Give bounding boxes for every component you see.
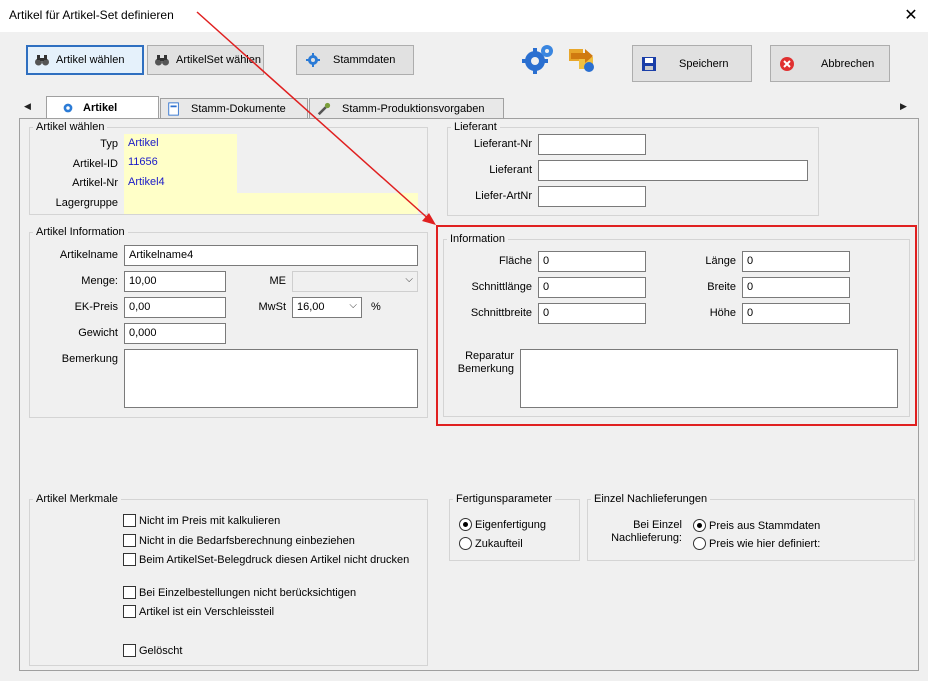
checkbox-label: Bei Einzelbestellungen nicht berücksicht… (139, 586, 357, 599)
checkbox-nicht-drucken[interactable]: Beim ArtikelSet-Belegdruck diesen Artike… (123, 553, 409, 566)
radio-eigenfertigung[interactable]: Eigenfertigung (459, 518, 546, 531)
checkbox-label: Nicht im Preis mit kalkulieren (139, 514, 281, 527)
radio-dot[interactable] (459, 518, 472, 531)
radio-label: Preis wie hier definiert: (709, 537, 821, 550)
radio-preis-definiert[interactable]: Preis wie hier definiert: (693, 537, 820, 550)
nachlieferung-label: Nachlieferung: (611, 532, 682, 544)
checkbox-einzelbestellungen[interactable]: Bei Einzelbestellungen nicht berücksicht… (123, 586, 356, 599)
checkbox-box[interactable] (123, 553, 136, 566)
bei-einzel-label: Bei Einzel (633, 519, 682, 531)
radio-zukaufteil[interactable]: Zukaufteil (459, 537, 523, 550)
fertigungsparameter-title: Fertigunsparameter (453, 493, 555, 505)
radio-dot[interactable] (693, 537, 706, 550)
radio-label: Eigenfertigung (475, 518, 546, 531)
einzel-nachlieferungen-title: Einzel Nachlieferungen (591, 493, 711, 505)
checkbox-nicht-im-preis[interactable]: Nicht im Preis mit kalkulieren (123, 514, 280, 527)
radio-dot[interactable] (459, 537, 472, 550)
checkbox-verschleissteil[interactable]: Artikel ist ein Verschleissteil (123, 605, 274, 618)
checkbox-box[interactable] (123, 605, 136, 618)
checkbox-label: Gelöscht (139, 644, 183, 657)
checkbox-label: Beim ArtikelSet-Belegdruck diesen Artike… (139, 553, 410, 566)
checkbox-nicht-bedarfsberechnung[interactable]: Nicht in die Bedarfsberechnung einbezieh… (123, 534, 355, 547)
radio-label: Zukaufteil (475, 537, 523, 550)
radio-dot[interactable] (693, 519, 706, 532)
checkbox-box[interactable] (123, 514, 136, 527)
checkbox-label: Artikel ist ein Verschleissteil (139, 605, 275, 618)
checkbox-label: Nicht in die Bedarfsberechnung einbezieh… (139, 534, 355, 547)
checkbox-box[interactable] (123, 644, 136, 657)
artikel-merkmale-title: Artikel Merkmale (33, 493, 121, 505)
radio-preis-stammdaten[interactable]: Preis aus Stammdaten (693, 519, 820, 532)
checkbox-geloescht[interactable]: Gelöscht (123, 644, 182, 657)
radio-label: Preis aus Stammdaten (709, 519, 821, 532)
checkbox-box[interactable] (123, 586, 136, 599)
checkbox-box[interactable] (123, 534, 136, 547)
